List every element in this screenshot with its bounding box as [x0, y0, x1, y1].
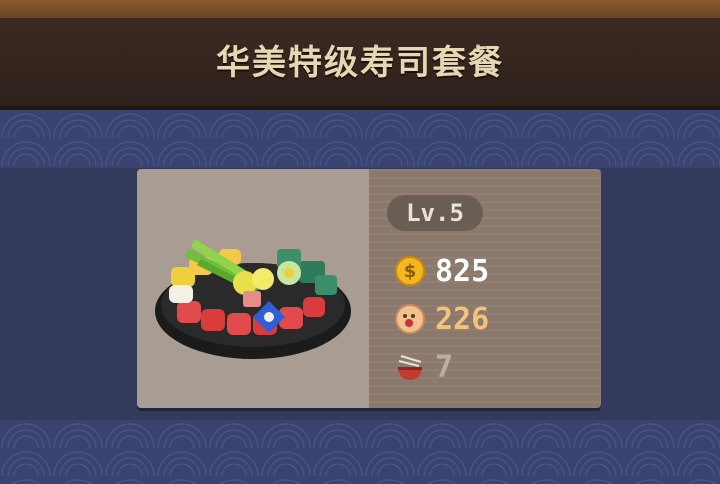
- title-bar: 华美特级寿司套餐: [0, 18, 720, 110]
- face-icon: [395, 304, 425, 334]
- wave-pattern-top: [0, 110, 720, 170]
- stat-satisfaction: 226: [395, 301, 489, 337]
- wave-pattern-bottom: [0, 420, 720, 484]
- item-image-panel: [137, 169, 369, 408]
- coins-value: 825: [435, 253, 490, 289]
- satisfaction-value: 226: [435, 301, 490, 337]
- level-badge: Lv.5: [387, 195, 483, 231]
- stat-servings: 7: [395, 349, 453, 385]
- bowl-chopsticks-icon: [395, 352, 425, 382]
- sushi-platter-icon: [155, 239, 351, 359]
- item-card[interactable]: Lv.5 $ 825 226 7: [137, 169, 601, 408]
- stat-coins: $ 825: [395, 253, 489, 289]
- page-title: 华美特级寿司套餐: [216, 42, 504, 83]
- servings-value: 7: [435, 349, 454, 385]
- coin-icon: $: [395, 256, 425, 286]
- item-info-panel: Lv.5 $ 825 226 7: [369, 169, 601, 408]
